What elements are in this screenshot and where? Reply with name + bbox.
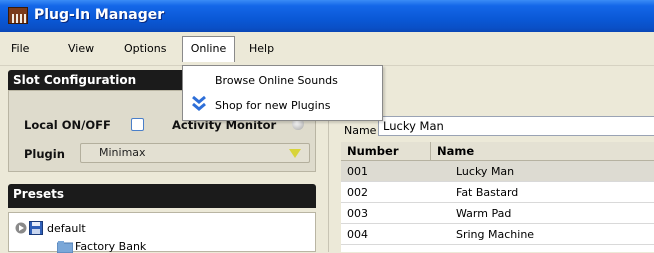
name-field-value: Lucky Man bbox=[383, 119, 444, 133]
menu-options[interactable]: Options bbox=[124, 42, 166, 55]
plugin-select-value: Minimax bbox=[99, 146, 146, 159]
row-name: Lucky Man bbox=[456, 165, 515, 178]
tree-item-default[interactable]: default bbox=[47, 222, 86, 235]
double-chevron-down-icon bbox=[192, 95, 206, 111]
dropdown-arrow-icon bbox=[289, 149, 301, 158]
menu-view[interactable]: View bbox=[68, 42, 94, 55]
table-header: Number Name bbox=[341, 142, 654, 161]
title-bar: Plug-In Manager bbox=[0, 0, 654, 32]
row-name: Fat Bastard bbox=[456, 186, 519, 199]
plugin-select[interactable]: Minimax bbox=[80, 143, 310, 163]
menu-help[interactable]: Help bbox=[249, 42, 274, 55]
menu-bar: File View Options Online Help bbox=[0, 32, 654, 66]
menu-item-browse-online-sounds[interactable]: Browse Online Sounds bbox=[215, 74, 338, 87]
column-header-name[interactable]: Name bbox=[437, 144, 474, 158]
keyboard-app-icon bbox=[8, 7, 28, 24]
plugin-label: Plugin bbox=[24, 147, 65, 161]
name-row: Name Lucky Man bbox=[340, 114, 654, 138]
row-number: 004 bbox=[347, 228, 368, 241]
table-row[interactable]: 003 Warm Pad bbox=[341, 203, 654, 224]
patch-panel: Name Lucky Man Number Name 001 Lucky Man… bbox=[336, 66, 654, 252]
column-header-number[interactable]: Number bbox=[347, 144, 399, 158]
window-title: Plug-In Manager bbox=[34, 7, 165, 23]
presets-header: Presets bbox=[8, 184, 316, 208]
patch-table: Number Name 001 Lucky Man 002 Fat Bastar… bbox=[341, 142, 654, 252]
name-label: Name bbox=[344, 124, 377, 137]
row-name: Sring Machine bbox=[456, 228, 535, 241]
floppy-disk-icon bbox=[29, 221, 43, 235]
row-number: 003 bbox=[347, 207, 368, 220]
row-name: Warm Pad bbox=[456, 207, 512, 220]
tree-item-factory-bank[interactable]: Factory Bank bbox=[75, 240, 146, 253]
row-number: 002 bbox=[347, 186, 368, 199]
local-on-off-checkbox[interactable] bbox=[131, 118, 144, 131]
online-dropdown-menu: Browse Online Sounds Shop for new Plugin… bbox=[182, 65, 383, 121]
table-row[interactable]: 002 Fat Bastard bbox=[341, 182, 654, 203]
folder-icon bbox=[57, 241, 73, 253]
row-number: 001 bbox=[347, 165, 368, 178]
table-row[interactable]: 001 Lucky Man bbox=[341, 161, 654, 182]
menu-file[interactable]: File bbox=[11, 42, 29, 55]
local-on-off-label: Local ON/OFF bbox=[24, 118, 111, 132]
menu-online[interactable]: Online bbox=[182, 36, 235, 62]
menu-item-shop-for-new-plugins[interactable]: Shop for new Plugins bbox=[215, 99, 330, 112]
expander-icon[interactable] bbox=[15, 222, 27, 234]
presets-tree: default Factory Bank bbox=[8, 212, 316, 253]
name-field[interactable]: Lucky Man bbox=[378, 116, 654, 136]
table-row[interactable]: 004 Sring Machine bbox=[341, 224, 654, 245]
